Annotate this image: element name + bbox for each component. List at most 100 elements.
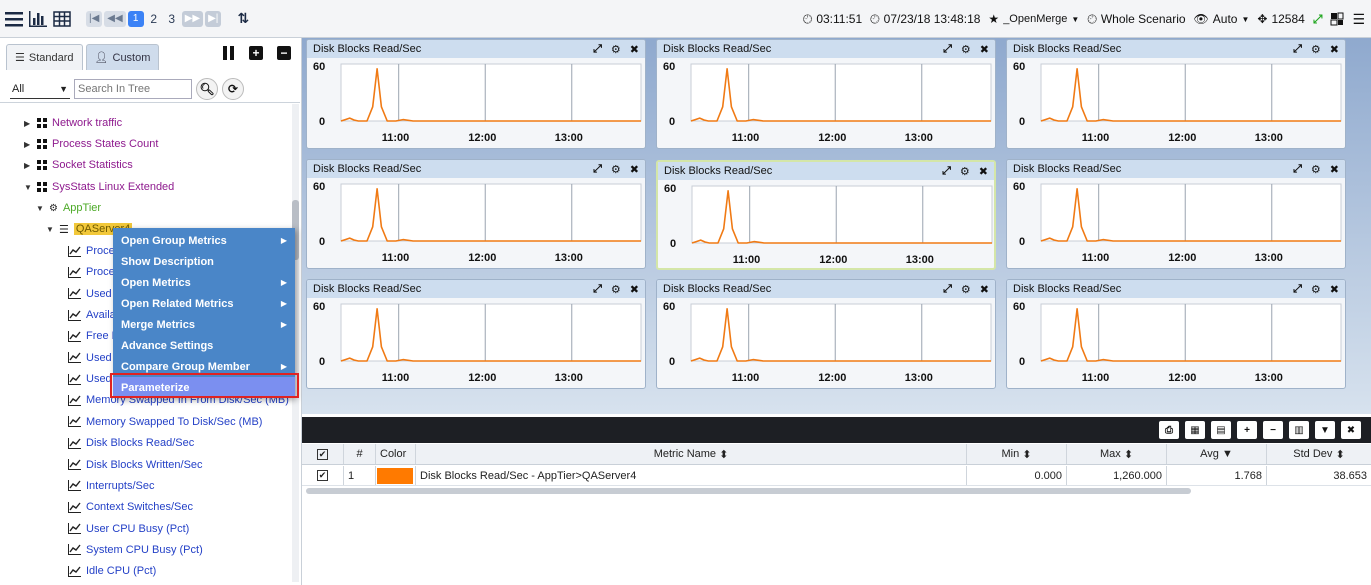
arrows-expand-icon[interactable]: ⤢ — [1313, 12, 1323, 27]
expand-icon[interactable]: ⤢ — [943, 283, 952, 296]
gear-icon[interactable]: ⚙ — [611, 283, 621, 296]
close-icon[interactable]: ✖ — [1341, 421, 1361, 439]
expand-icon[interactable]: ⤢ — [943, 43, 952, 56]
line-chart[interactable]: 11:00 12:00 13:00 60 0 — [657, 298, 995, 388]
context-menu-item[interactable]: Open Group Metrics ▶ — [113, 230, 295, 251]
expand-icon[interactable]: ⤢ — [593, 163, 602, 176]
line-chart[interactable]: 11:00 12:00 13:00 60 0 — [1007, 178, 1345, 268]
close-icon[interactable]: ✖ — [630, 163, 639, 176]
tree-metric-item[interactable]: Disk Blocks Written/Sec — [68, 456, 203, 474]
minus-icon[interactable]: − — [277, 46, 291, 60]
header-std-dev[interactable]: Std Dev ⬍ — [1267, 444, 1371, 464]
tree-metric-item[interactable]: Disk Blocks Read/Sec — [68, 434, 194, 452]
export-excel-icon[interactable]: ▦ — [1185, 421, 1205, 439]
tree-metric-item[interactable]: Proce — [68, 263, 115, 281]
chart-panel[interactable]: Disk Blocks Read/Sec ⤢ ⚙ ✖ 11:00 12:00 13:00 60… — [306, 279, 646, 389]
row-checkbox[interactable]: ✔ — [302, 466, 344, 485]
plus-icon[interactable]: + — [249, 46, 263, 60]
header-max[interactable]: Max ⬍ — [1067, 444, 1167, 464]
gear-icon[interactable]: ⚙ — [1311, 283, 1321, 296]
tree-metric-item[interactable]: Used — [68, 349, 112, 367]
tree-node-process-states[interactable]: ▶ Process States Count — [24, 135, 158, 153]
page-3-button[interactable]: 3 — [164, 11, 180, 27]
close-icon[interactable]: ✖ — [1330, 283, 1339, 296]
close-icon[interactable]: ✖ — [630, 283, 639, 296]
gear-icon[interactable]: ⚙ — [611, 163, 621, 176]
expand-icon[interactable]: ⤢ — [1293, 163, 1302, 176]
merge-dropdown[interactable]: ★ _OpenMerge ▼ — [988, 12, 1079, 26]
table-grid-icon[interactable] — [52, 9, 72, 29]
context-menu-item[interactable]: Open Related Metrics ▶ — [113, 293, 295, 314]
tree-metric-item[interactable]: Used — [68, 370, 112, 388]
search-icon[interactable]: 🔍︎ — [196, 78, 218, 100]
expand-icon[interactable]: ⤢ — [1293, 283, 1302, 296]
context-menu-item[interactable]: Merge Metrics ▶ — [113, 314, 295, 335]
line-chart[interactable]: 11:00 12:00 13:00 60 0 — [657, 58, 995, 148]
prev-page-icon[interactable]: ◀◀ — [104, 10, 126, 27]
expand-icon[interactable]: ⤢ — [942, 165, 951, 178]
chart-panel[interactable]: Disk Blocks Read/Sec ⤢ ⚙ ✖ 11:00 12:00 13:00 60… — [1006, 159, 1346, 269]
row-color[interactable] — [376, 466, 416, 485]
export-pdf-icon[interactable]: ⎙ — [1159, 421, 1179, 439]
scenario-selector[interactable]: 🕘︎ Whole Scenario — [1087, 12, 1185, 27]
expand-icon[interactable]: ⤢ — [593, 43, 602, 56]
line-chart[interactable]: 11:00 12:00 13:00 60 0 — [1007, 298, 1345, 388]
tree-metric-item[interactable]: Idle CPU (Pct) — [68, 562, 156, 580]
gear-icon[interactable]: ⚙ — [611, 43, 621, 56]
horizontal-scrollbar[interactable] — [306, 488, 1191, 494]
first-page-icon[interactable]: |◀ — [86, 10, 103, 27]
context-menu-item[interactable]: Show Description — [113, 251, 295, 272]
close-icon[interactable]: ✖ — [1330, 163, 1339, 176]
color-swatch[interactable] — [377, 467, 413, 484]
tree-metric-item[interactable]: User CPU Busy (Pct) — [68, 520, 189, 538]
checkbox-checked-icon[interactable]: ✔ — [317, 448, 328, 460]
expand-icon[interactable]: ⤢ — [593, 283, 602, 296]
tree-node-socket-statistics[interactable]: ▶ Socket Statistics — [24, 156, 133, 174]
header-avg[interactable]: Avg ▼ — [1167, 444, 1267, 464]
hamburger-menu-icon[interactable] — [4, 9, 24, 29]
search-tree-input[interactable] — [74, 79, 192, 99]
minus-icon[interactable]: − — [1263, 421, 1283, 439]
tree-node-network-traffic[interactable]: ▶ Network traffic — [24, 114, 122, 132]
line-chart[interactable]: 11:00 12:00 13:00 60 0 — [307, 58, 645, 148]
page-1-button[interactable]: 1 — [127, 10, 144, 27]
tree-metric-item[interactable]: Memory Swapped To Disk/Sec (MB) — [68, 413, 262, 431]
tree-node-apptier[interactable]: ▼ ⚙ AppTier — [36, 199, 101, 217]
chart-panel[interactable]: Disk Blocks Read/Sec ⤢ ⚙ ✖ 11:00 12:00 13:00 60… — [656, 279, 996, 389]
sort-arrows-icon[interactable]: ⇅ — [233, 9, 253, 29]
list-icon[interactable]: ☰ — [1352, 11, 1365, 28]
columns-icon[interactable]: ▥ — [1289, 421, 1309, 439]
line-chart[interactable]: 11:00 12:00 13:00 60 0 — [307, 298, 645, 388]
table-row[interactable]: ✔ 1 Disk Blocks Read/Sec - AppTier>QASer… — [302, 466, 1371, 486]
header-min[interactable]: Min ⬍ — [967, 444, 1067, 464]
gear-icon[interactable]: ⚙ — [1311, 43, 1321, 56]
chart-panel[interactable]: Disk Blocks Read/Sec ⤢ ⚙ ✖ 11:00 12:00 13:00 60… — [306, 159, 646, 269]
close-icon[interactable]: ✖ — [980, 43, 989, 56]
close-icon[interactable]: ✖ — [979, 165, 988, 178]
context-menu-item[interactable]: Open Metrics ▶ — [113, 272, 295, 293]
plus-icon[interactable]: + — [1237, 421, 1257, 439]
close-icon[interactable]: ✖ — [1330, 43, 1339, 56]
chart-panel[interactable]: Disk Blocks Read/Sec ⤢ ⚙ ✖ 11:00 12:00 13:00 60… — [656, 39, 996, 149]
pause-icon[interactable] — [221, 46, 235, 60]
page-2-button[interactable]: 2 — [146, 11, 162, 27]
tree-metric-item[interactable]: Proce — [68, 242, 115, 260]
layout-icon[interactable] — [1330, 12, 1344, 26]
gear-icon[interactable]: ⚙ — [961, 283, 971, 296]
header-select-all[interactable]: ✔ — [302, 444, 344, 464]
close-icon[interactable]: ✖ — [980, 283, 989, 296]
tree-metric-item[interactable]: System CPU Busy (Pct) — [68, 541, 203, 559]
expand-icon[interactable]: ⤢ — [1293, 43, 1302, 56]
gear-icon[interactable]: ⚙ — [961, 43, 971, 56]
gear-icon[interactable]: ⚙ — [960, 165, 970, 178]
line-chart[interactable]: 11:00 12:00 13:00 60 0 — [307, 178, 645, 268]
export-word-icon[interactable]: ▤ — [1211, 421, 1231, 439]
mode-dropdown[interactable]: 👁︎ Auto ▼ — [1194, 12, 1250, 26]
chart-panel[interactable]: Disk Blocks Read/Sec ⤢ ⚙ ✖ 11:00 12:00 13:00 60… — [306, 39, 646, 149]
line-chart[interactable]: 11:00 12:00 13:00 60 0 — [658, 180, 996, 270]
context-menu-item[interactable]: Parameterize — [113, 377, 295, 398]
filter-icon[interactable]: ▼ — [1315, 421, 1335, 439]
tab-custom[interactable]: 👤︎ Custom — [85, 44, 160, 70]
bar-chart-icon[interactable] — [28, 9, 48, 29]
tree-metric-item[interactable]: Interrupts/Sec — [68, 477, 154, 495]
